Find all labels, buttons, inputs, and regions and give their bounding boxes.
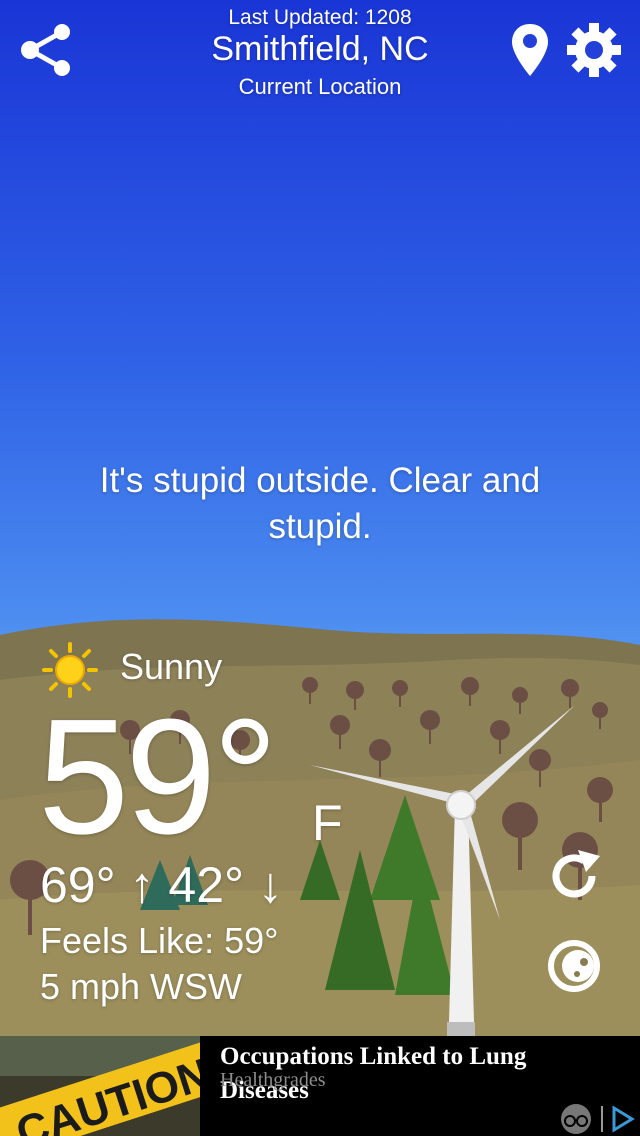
adchoices-icon[interactable] xyxy=(558,1102,638,1136)
condition-label: Sunny xyxy=(120,646,223,687)
current-temperature: 59° xyxy=(38,685,278,868)
temperature-unit[interactable]: F xyxy=(312,794,343,852)
refresh-icon[interactable] xyxy=(544,846,604,906)
gear-icon[interactable] xyxy=(566,22,622,78)
wind-speed: 5 mph WSW xyxy=(40,966,243,1007)
share-icon[interactable] xyxy=(18,22,74,78)
location-pin-icon[interactable] xyxy=(510,22,550,78)
feels-like-temperature: Feels Like: 59° xyxy=(40,920,279,961)
weather-quip: It's stupid outside. Clear and stupid. xyxy=(99,461,541,546)
ad-source: Healthgrades xyxy=(220,1069,326,1091)
caution-tape-image: CAUTION xyxy=(0,1036,200,1136)
moon-icon[interactable] xyxy=(544,936,604,996)
high-low-temperature: 69° ↑ 42° ↓ xyxy=(40,857,283,913)
weather-scene: Last Updated: 1208 Smithfield, NC Curren… xyxy=(0,0,640,1036)
